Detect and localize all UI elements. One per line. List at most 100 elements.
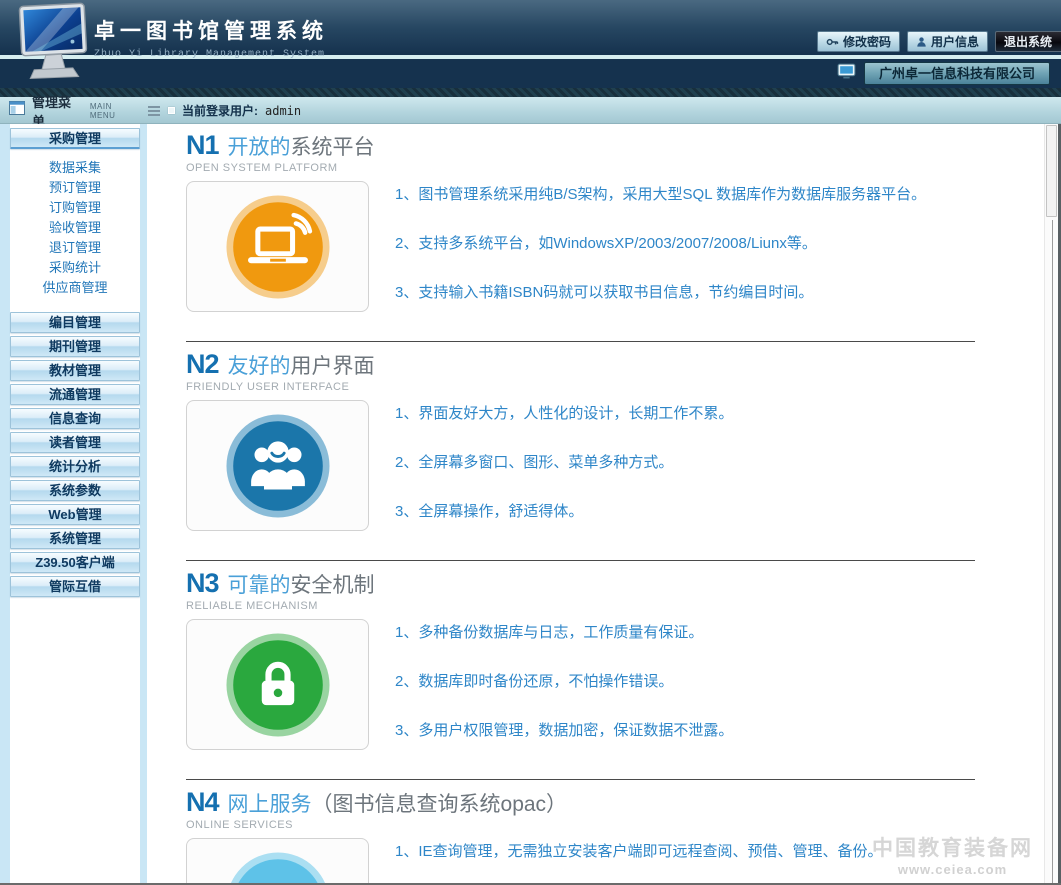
section-number: N3	[186, 568, 219, 599]
sidebar-item[interactable]: 数据采集	[10, 158, 140, 178]
feature-sections: N1 开放的 系统平台 OPEN SYSTEM PLATFORM 1、图书管理系…	[160, 124, 980, 883]
section-title-highlight: 网上服务	[228, 788, 312, 818]
feature-point: 1、IE查询管理，无需独立安装客户端即可远程查阅、预借、管理、备份。	[395, 841, 883, 862]
sidebar-item[interactable]: 供应商管理	[10, 278, 140, 298]
key-icon	[826, 36, 839, 48]
current-user-name: admin	[265, 104, 301, 118]
change-password-button[interactable]: 修改密码	[817, 31, 900, 52]
section-number: N2	[186, 349, 219, 380]
feature-point: 3、多用户权限管理，数据加密，保证数据不泄露。	[395, 720, 733, 741]
laptop-wifi-icon	[222, 191, 334, 303]
sidebar-left-strip	[0, 124, 10, 883]
users-group-icon	[222, 410, 334, 522]
vertical-scrollbar[interactable]	[1044, 124, 1058, 883]
section-title-rest: 安全机制	[291, 569, 375, 599]
section-points: 1、图书管理系统采用纯B/S架构，采用大型SQL 数据库作为数据库服务器平台。 2…	[395, 181, 926, 331]
section-icon-card	[186, 838, 369, 883]
sidebar-section-bar[interactable]: 读者管理	[10, 432, 140, 453]
section-divider	[186, 341, 975, 342]
section-points: 1、IE查询管理，无需独立安装客户端即可远程查阅、预借、管理、备份。2、全新的J…	[395, 838, 883, 883]
section-header: N1 开放的 系统平台	[186, 130, 980, 161]
search-card-icon	[222, 848, 334, 884]
section-divider	[186, 779, 975, 780]
section-title-rest: 用户界面	[291, 350, 375, 380]
feature-point: 3、支持输入书籍ISBN码就可以获取书目信息，节约编目时间。	[395, 282, 926, 303]
feature-section: N1 开放的 系统平台 OPEN SYSTEM PLATFORM 1、图书管理系…	[186, 130, 980, 331]
sidebar-section-purchase[interactable]: 采购管理	[10, 128, 140, 149]
feature-section: N4 网上服务 （图书信息查询系统opac） ONLINE SERVICES 1…	[186, 787, 980, 883]
small-monitor-icon	[837, 63, 856, 85]
user-info-button[interactable]: 用户信息	[907, 31, 988, 52]
sidebar-section-bar[interactable]: 管际互借	[10, 576, 140, 597]
section-number: N1	[186, 130, 219, 161]
feature-point: 1、多种备份数据库与日志，工作质量有保证。	[395, 622, 733, 643]
sidebar-item[interactable]: 订购管理	[10, 198, 140, 218]
sidebar-section-bar[interactable]: 统计分析	[10, 456, 140, 477]
sidebar-item[interactable]: 采购统计	[10, 258, 140, 278]
sidebar-section-bar[interactable]: 教材管理	[10, 360, 140, 381]
section-title-rest: （图书信息查询系统opac）	[312, 788, 568, 818]
header-actions: 修改密码 用户信息 退出系统	[817, 31, 1061, 52]
section-caption: OPEN SYSTEM PLATFORM	[186, 162, 980, 174]
sidebar-section-bar[interactable]: 信息查询	[10, 408, 140, 429]
section-icon-card	[186, 181, 369, 312]
section-icon-card	[186, 619, 369, 750]
section-header: N3 可靠的 安全机制	[186, 568, 980, 599]
feature-section: N3 可靠的 安全机制 RELIABLE MECHANISM 1、多种备份数据库…	[186, 568, 980, 769]
section-number: N4	[186, 787, 219, 818]
sidebar-section-bar[interactable]: 系统参数	[10, 480, 140, 501]
menu-caption: MAIN MENU	[90, 102, 140, 120]
section-points: 1、界面友好大方，人性化的设计，长期工作不累。 2、全屏幕多窗口、图形、菜单多种方…	[395, 400, 733, 550]
sidebar-section-bar[interactable]: Z39.50客户端	[10, 552, 140, 573]
section-title-rest: 系统平台	[291, 131, 375, 161]
sidebar-item[interactable]: 预订管理	[10, 178, 140, 198]
top-banner: 卓一图书馆管理系统 Zhuo Yi Library Management Sys…	[0, 0, 1061, 97]
main-menu-header: 管理菜单 MAIN MENU	[0, 97, 160, 124]
banner-dark-stripe	[0, 88, 1061, 97]
sidebar-sub-items: 数据采集预订管理订购管理验收管理退订管理采购统计供应商管理	[10, 152, 140, 312]
window-icon	[9, 101, 25, 120]
lock-icon	[222, 629, 334, 741]
status-bar: 管理菜单 MAIN MENU 当前登录用户: admin	[0, 97, 1061, 124]
scrollbar-thumb[interactable]	[1046, 125, 1057, 217]
feature-point: 2、全屏幕多窗口、图形、菜单多种方式。	[395, 452, 733, 473]
hamburger-menu-icon[interactable]	[148, 106, 160, 116]
monitor-logo-icon	[8, 2, 100, 82]
section-caption: ONLINE SERVICES	[186, 819, 980, 831]
sidebar: 采购管理 数据采集预订管理订购管理验收管理退订管理采购统计供应商管理 编目管理期…	[0, 124, 148, 883]
section-points: 1、多种备份数据库与日志，工作质量有保证。 2、数据库即时备份还原，不怕操作错误。…	[395, 619, 733, 769]
sidebar-section-bar[interactable]: Web管理	[10, 504, 140, 525]
sidebar-section-bar[interactable]: 流通管理	[10, 384, 140, 405]
section-caption: RELIABLE MECHANISM	[186, 600, 980, 612]
feature-point: 1、界面友好大方，人性化的设计，长期工作不累。	[395, 403, 733, 424]
content-area: 采购管理 数据采集预订管理订购管理验收管理退订管理采购统计供应商管理 编目管理期…	[0, 124, 1061, 885]
section-title-highlight: 开放的	[228, 131, 291, 161]
sidebar-right-strip	[140, 124, 147, 883]
person-icon	[916, 36, 927, 48]
section-title-highlight: 可靠的	[228, 569, 291, 599]
sidebar-section-bar[interactable]: 系统管理	[10, 528, 140, 549]
sidebar-item[interactable]: 验收管理	[10, 218, 140, 238]
feature-point: 2、数据库即时备份还原，不怕操作错误。	[395, 671, 733, 692]
logout-button[interactable]: 退出系统	[995, 31, 1061, 52]
scrollbar-rail	[1052, 220, 1053, 883]
company-name-button[interactable]: 广州卓一信息科技有限公司	[864, 62, 1050, 85]
section-header: N2 友好的 用户界面	[186, 349, 980, 380]
sidebar-section-bar[interactable]: 期刊管理	[10, 336, 140, 357]
app-subtitle: Zhuo Yi Library Management System	[94, 49, 328, 60]
section-title-highlight: 友好的	[228, 350, 291, 380]
feature-section: N2 友好的 用户界面 FRIENDLY USER INTERFACE 1、界面…	[186, 349, 980, 550]
section-header: N4 网上服务 （图书信息查询系统opac）	[186, 787, 980, 818]
current-user-label: 当前登录用户:	[182, 102, 258, 119]
sidebar-sections: 编目管理期刊管理教材管理流通管理信息查询读者管理统计分析系统参数 Web管理系统管…	[10, 312, 140, 597]
bullet-icon	[168, 107, 175, 114]
sidebar-section-bar[interactable]: 编目管理	[10, 312, 140, 333]
section-caption: FRIENDLY USER INTERFACE	[186, 381, 980, 393]
section-divider	[186, 560, 975, 561]
app-window: 卓一图书馆管理系统 Zhuo Yi Library Management Sys…	[0, 0, 1061, 885]
sidebar-item[interactable]: 退订管理	[10, 238, 140, 258]
feature-point: 2、支持多系统平台，如WindowsXP/2003/2007/2008/Liun…	[395, 233, 926, 254]
main-panel: N1 开放的 系统平台 OPEN SYSTEM PLATFORM 1、图书管理系…	[160, 124, 1061, 883]
section-icon-card	[186, 400, 369, 531]
feature-point: 1、图书管理系统采用纯B/S架构，采用大型SQL 数据库作为数据库服务器平台。	[395, 184, 926, 205]
